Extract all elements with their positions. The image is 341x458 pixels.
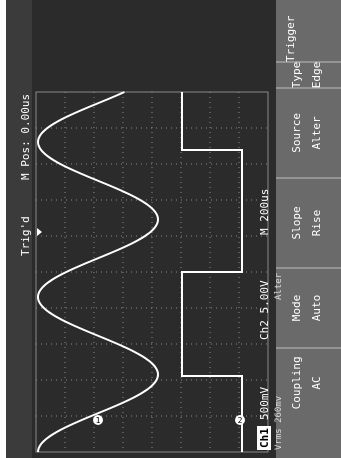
menu-item-label: Type [290,62,303,89]
menu-button-mode[interactable] [276,268,341,348]
trigger-status: Trig'd [19,216,32,256]
scope-display: 1 2 Trig'd M Pos: 0.00us Ch1 500mV Ch2 5… [6,0,341,458]
menu-item-value: AC [310,376,323,389]
svg-text:2: 2 [238,416,243,425]
menu-item-value: Alter [310,116,323,149]
menu-button-source[interactable] [276,88,341,178]
menu-item-label: Coupling [290,356,303,409]
menu-item-value: Edge [310,62,323,89]
menu-item-value: Auto [310,295,323,322]
ch2-waveform [181,92,243,452]
ch2-scale: Ch2 5.00V [258,280,271,340]
menu-title: Trigger [284,15,297,62]
menu-button-type[interactable] [276,62,341,88]
menu-item-value: Rise [310,210,323,237]
menu-item-label: Mode [290,295,303,322]
menu-item-label: Slope [290,206,303,239]
ch1-label: Ch1 [258,428,271,448]
ch2-ground-marker[interactable]: 2 [235,415,245,425]
ch1-scale: 500mV [258,387,271,420]
oscilloscope-screen: 1 2 Trig'd M Pos: 0.00us Ch1 500mV Ch2 5… [6,0,341,458]
menu-button-coupling[interactable] [276,348,341,418]
svg-text:1: 1 [96,416,101,425]
mpos-readout: M Pos: 0.00us [19,94,32,180]
bottom-readouts: Ch1 500mV Ch2 5.00V M 200us [257,189,271,450]
menu-button-slope[interactable] [276,178,341,268]
menu-item-label: Source [290,113,303,153]
timebase: M 200us [258,189,271,235]
trigger-position-marker[interactable] [37,228,42,236]
trigger-menu: TriggerType Edge Source Alter Slope Rise Mode A… [276,15,341,418]
ch1-ground-marker[interactable]: 1 [93,415,103,425]
